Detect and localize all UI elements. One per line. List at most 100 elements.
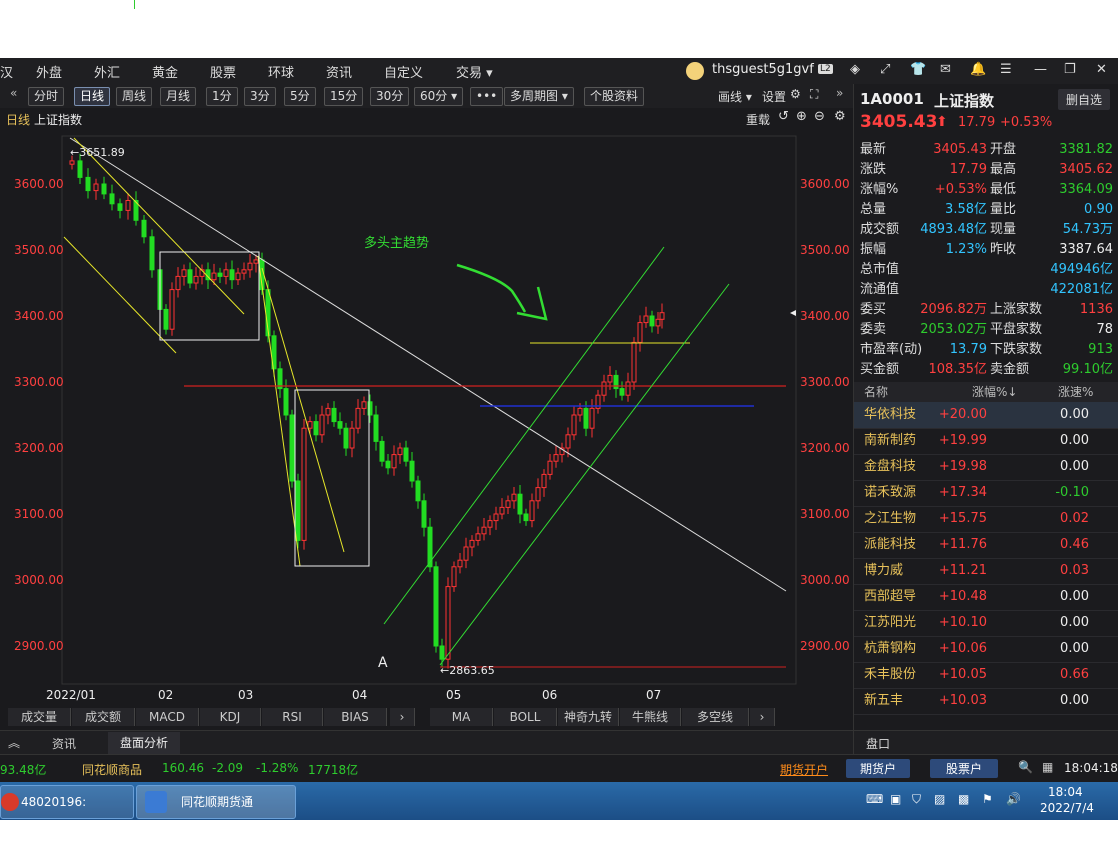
- zoom-in-icon[interactable]: ⊕: [796, 109, 807, 124]
- taskbar-clock: 18:04: [1048, 785, 1083, 799]
- overlay-tab-2[interactable]: 神奇九转: [558, 708, 619, 726]
- overlay-tab-0[interactable]: MA: [430, 708, 493, 726]
- overlay-tab-3[interactable]: 牛熊线: [620, 708, 681, 726]
- order-right-2-value: 913: [1088, 342, 1113, 357]
- stock-list-row[interactable]: 华依科技 +20.00 0.00: [854, 402, 1118, 429]
- stock-list-header-1[interactable]: 涨幅%↓: [972, 382, 1017, 402]
- shield-icon[interactable]: ⛉: [912, 792, 921, 807]
- stock-info-button[interactable]: 个股资料: [584, 87, 645, 106]
- order-left-2-value: 13.79: [949, 342, 987, 357]
- menu-item-outer-market[interactable]: 外盘: [36, 62, 62, 81]
- menu-item-news[interactable]: 资讯: [326, 62, 352, 81]
- chart-gear-icon[interactable]: ⚙: [834, 109, 846, 124]
- period-monthly[interactable]: 月线: [160, 87, 197, 106]
- period-minute[interactable]: 分时: [28, 87, 65, 106]
- period-5min[interactable]: 5分: [284, 87, 316, 106]
- overlay-next-icon[interactable]: ›: [750, 708, 775, 726]
- indicator-next-icon[interactable]: ›: [390, 708, 415, 726]
- avatar[interactable]: [686, 62, 704, 80]
- indicator-tab-0[interactable]: 成交量: [8, 708, 71, 726]
- mail-icon[interactable]: ✉: [940, 62, 951, 77]
- shirt-icon[interactable]: 👕: [910, 62, 926, 77]
- taskbar-item-ths-futures[interactable]: 同花顺期货通: [136, 785, 296, 819]
- indicator-tab-1[interactable]: 成交额: [72, 708, 135, 726]
- stock-list-row[interactable]: 之江生物 +15.75 0.02: [854, 506, 1118, 533]
- volume-icon[interactable]: 🔊: [1006, 792, 1021, 806]
- overlay-tab-1[interactable]: BOLL: [494, 708, 557, 726]
- stock-row-name: 派能科技: [864, 537, 917, 552]
- candlestick-chart[interactable]: 3600.00 3500.00 3400.00 3300.00 3200.00 3100.…: [0, 108, 853, 708]
- search-icon[interactable]: 🔍: [1018, 760, 1033, 774]
- delete-watchlist-button[interactable]: 删自选: [1058, 89, 1111, 110]
- keyboard-icon[interactable]: ⌨: [866, 792, 883, 806]
- status-pct: -1.28%: [256, 761, 299, 775]
- draw-line-button[interactable]: 画线 ▾: [718, 88, 752, 105]
- zoom-out-icon[interactable]: ⊖: [814, 109, 825, 124]
- collapse-left-icon[interactable]: «: [10, 86, 17, 100]
- network-icon[interactable]: ▣: [890, 792, 901, 806]
- stock-list-row[interactable]: 南新制药 +19.99 0.00: [854, 428, 1118, 455]
- plot-frame: [61, 135, 797, 685]
- stock-list-header-2[interactable]: 涨速%: [1058, 382, 1093, 402]
- list-icon[interactable]: ☰: [1000, 62, 1012, 77]
- stock-list-header-0[interactable]: 名称: [864, 382, 888, 402]
- stock-list-row[interactable]: 西部超导 +10.48 0.00: [854, 584, 1118, 611]
- gear-icon[interactable]: ⚙: [790, 87, 801, 101]
- futures-account-button[interactable]: 期货户: [846, 759, 911, 778]
- stock-account-button[interactable]: 股票户: [930, 759, 999, 778]
- stock-list-row[interactable]: 派能科技 +11.76 0.46: [854, 532, 1118, 559]
- period-60min[interactable]: 60分 ▾: [414, 87, 464, 106]
- expand-up-icon[interactable]: ︽: [8, 734, 20, 751]
- stock-list-row[interactable]: 诺禾致源 +17.34 -0.10: [854, 480, 1118, 507]
- futures-account-link[interactable]: 期货开户: [780, 761, 828, 778]
- stock-row-speed: -0.10: [1055, 485, 1089, 500]
- menu-item-gold[interactable]: 黄金: [152, 62, 178, 81]
- period-30min[interactable]: 30分: [370, 87, 410, 106]
- taskbar-item-forex[interactable]: 48020196: Forex...: [0, 785, 134, 841]
- menu-item-forex[interactable]: 外汇: [94, 62, 120, 81]
- menu-item-0[interactable]: 汉: [0, 62, 13, 81]
- indicator-tab-2[interactable]: MACD: [136, 708, 199, 726]
- expand-icon[interactable]: ⤢: [880, 62, 890, 77]
- candle-body: [589, 407, 595, 429]
- reload-button[interactable]: 重载: [746, 111, 770, 128]
- menu-item-global[interactable]: 环球: [268, 62, 294, 81]
- stock-list-row[interactable]: 江苏阳光 +10.10 0.00: [854, 610, 1118, 637]
- settings-button[interactable]: 设置: [762, 88, 786, 105]
- close-icon[interactable]: ✕: [1096, 62, 1107, 77]
- more-periods[interactable]: •••: [470, 87, 504, 106]
- stock-list-row[interactable]: 禾丰股份 +10.05 0.66: [854, 662, 1118, 689]
- collapse-right-icon[interactable]: »: [836, 86, 843, 100]
- indicator-tab-5[interactable]: BIAS: [324, 708, 387, 726]
- layers-icon[interactable]: ◈: [850, 62, 860, 77]
- y-tick-right: 3300.00: [800, 375, 850, 389]
- stock-list-row[interactable]: 博力威 +11.21 0.03: [854, 558, 1118, 585]
- tab-order-book[interactable]: 盘口: [866, 735, 890, 752]
- period-15min[interactable]: 15分: [324, 87, 364, 106]
- flag-icon[interactable]: ⚑: [982, 792, 993, 806]
- indicator-tab-4[interactable]: RSI: [262, 708, 323, 726]
- bell-icon[interactable]: 🔔: [970, 62, 986, 77]
- tab-market-analysis[interactable]: 盘面分析: [108, 732, 181, 754]
- safe-icon[interactable]: ▩: [958, 792, 969, 806]
- stock-list-row[interactable]: 金盘科技 +19.98 0.00: [854, 454, 1118, 481]
- period-1min[interactable]: 1分: [206, 87, 238, 106]
- minimize-icon[interactable]: —: [1034, 62, 1047, 77]
- restore-icon[interactable]: ❐: [1064, 62, 1076, 77]
- period-weekly[interactable]: 周线: [116, 87, 153, 106]
- period-3min[interactable]: 3分: [244, 87, 276, 106]
- username[interactable]: thsguest5g1gvf: [712, 62, 814, 77]
- menu-item-trade[interactable]: 交易 ▾: [456, 62, 493, 81]
- undo-icon[interactable]: ↺: [778, 109, 789, 124]
- menu-item-custom[interactable]: 自定义: [384, 62, 423, 81]
- picture-icon[interactable]: ▨: [934, 792, 945, 806]
- fullscreen-icon[interactable]: ⛶: [810, 87, 818, 102]
- period-daily[interactable]: 日线: [74, 87, 111, 106]
- indicator-tab-3[interactable]: KDJ: [200, 708, 261, 726]
- menu-item-stocks[interactable]: 股票: [210, 62, 236, 81]
- multi-period-chart[interactable]: 多周期图 ▾: [504, 87, 574, 106]
- stock-list-row[interactable]: 新五丰 +10.03 0.00: [854, 688, 1118, 715]
- overlay-tab-4[interactable]: 多空线: [682, 708, 749, 726]
- tab-news[interactable]: 资讯: [52, 735, 76, 752]
- stock-list-row[interactable]: 杭萧钢构 +10.06 0.00: [854, 636, 1118, 663]
